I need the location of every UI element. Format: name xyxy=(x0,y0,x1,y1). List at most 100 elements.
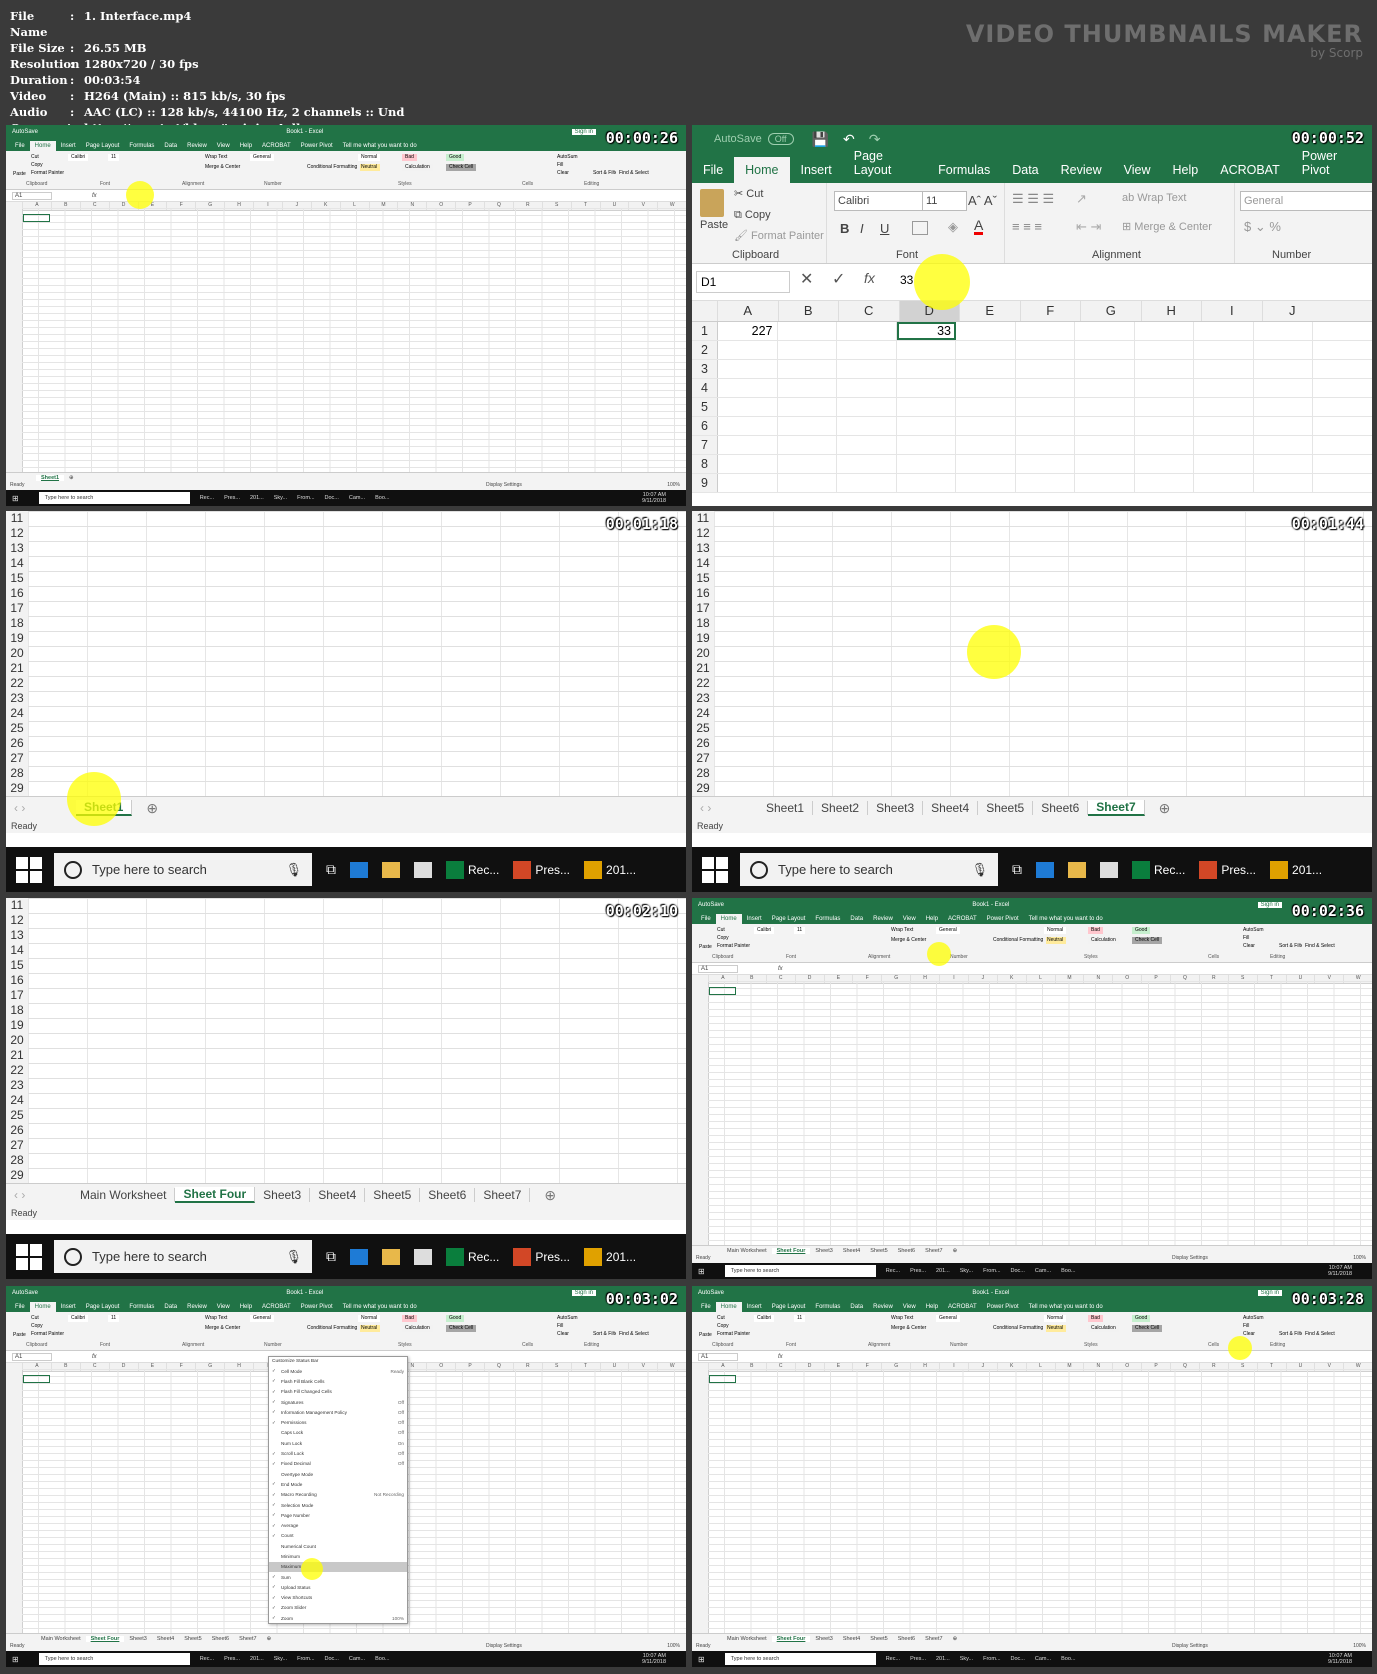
cell[interactable] xyxy=(897,455,956,473)
cell[interactable] xyxy=(1135,398,1194,416)
row-header[interactable]: 19 xyxy=(6,1018,28,1033)
wrap-text-button[interactable]: Wrap Text xyxy=(202,154,231,161)
taskbar-app[interactable]: Rec... xyxy=(446,860,499,879)
menu-item[interactable]: ✓ End Mode xyxy=(269,1479,407,1489)
row-header[interactable]: 7 xyxy=(692,436,718,454)
row-header[interactable]: 22 xyxy=(6,676,28,691)
taskbar-app[interactable]: Rec... xyxy=(1132,860,1185,879)
cell[interactable] xyxy=(1075,341,1135,359)
windows-icon[interactable] xyxy=(16,1243,42,1270)
find-select-button[interactable]: Find & Select xyxy=(616,1331,652,1338)
display-settings[interactable]: Display Settings xyxy=(486,1643,522,1649)
add-sheet-icon[interactable]: ⊕ xyxy=(64,475,79,481)
style-check-cell[interactable]: Check Cell xyxy=(1132,1325,1163,1332)
sheet-tab[interactable]: Main Worksheet xyxy=(722,1248,772,1254)
autosum-button[interactable]: AutoSum xyxy=(1240,927,1267,934)
row-header[interactable]: 21 xyxy=(6,1048,28,1063)
style-normal[interactable]: Normal xyxy=(1044,1315,1067,1322)
sheet-tab[interactable]: Sheet4 xyxy=(838,1636,865,1642)
row-header[interactable]: 13 xyxy=(6,928,28,943)
taskbar-app[interactable]: Sky... xyxy=(274,1656,287,1662)
cell[interactable] xyxy=(778,417,837,435)
wrap-text-button[interactable]: Wrap Text xyxy=(202,1315,231,1322)
row-header[interactable]: 28 xyxy=(692,766,714,781)
row-header[interactable]: 24 xyxy=(692,706,714,721)
font-color-icon[interactable]: A xyxy=(974,218,984,235)
tab-data[interactable]: Data xyxy=(845,1302,868,1312)
row-header[interactable]: 17 xyxy=(6,601,28,616)
cell[interactable] xyxy=(1075,322,1135,340)
cell[interactable] xyxy=(956,322,1016,340)
tab-insert[interactable]: Insert xyxy=(742,1302,767,1312)
style-calculation[interactable]: Calculation xyxy=(402,1325,433,1332)
sheet-tab[interactable]: Sheet3 xyxy=(810,1636,837,1642)
tab-power-pivot[interactable]: Power Pivot xyxy=(1291,143,1372,183)
tab-page-layout[interactable]: Page Layout xyxy=(81,141,125,151)
tab-review[interactable]: Review xyxy=(868,1302,898,1312)
cell[interactable] xyxy=(718,474,778,492)
cell[interactable] xyxy=(718,455,778,473)
number-format-select[interactable]: General xyxy=(936,927,960,934)
menu-item[interactable]: ✓ Sum xyxy=(269,1572,407,1582)
taskbar-app[interactable]: Pres... xyxy=(224,1656,240,1662)
tab-data[interactable]: Data xyxy=(1001,157,1049,183)
name-box[interactable]: A1 xyxy=(698,1352,738,1361)
sheet-tab[interactable]: Sheet3 xyxy=(255,1188,311,1202)
autosum-button[interactable]: AutoSum xyxy=(554,154,581,161)
tab-view[interactable]: View xyxy=(212,1302,235,1312)
sign-in-button[interactable]: Sign in xyxy=(571,128,596,135)
cell[interactable]: 33 xyxy=(896,322,956,340)
row-header[interactable]: 19 xyxy=(6,631,28,646)
cell[interactable] xyxy=(1075,436,1135,454)
row-header[interactable]: 29 xyxy=(692,781,714,796)
font-size-select[interactable]: 11 xyxy=(794,1315,806,1322)
tab-formulas[interactable]: Formulas xyxy=(124,1302,159,1312)
cell[interactable] xyxy=(1135,455,1194,473)
tab-review[interactable]: Review xyxy=(1050,157,1113,183)
row-header[interactable]: 15 xyxy=(692,571,714,586)
row-header[interactable]: 19 xyxy=(692,631,714,646)
font-name-select[interactable]: Calibri xyxy=(754,927,775,934)
cell[interactable] xyxy=(1075,360,1135,378)
folder-icon[interactable] xyxy=(382,1248,400,1265)
cell[interactable] xyxy=(897,341,956,359)
cell[interactable] xyxy=(956,360,1016,378)
tab-help[interactable]: Help xyxy=(921,914,943,924)
sheet-tab[interactable]: Sheet1 xyxy=(36,475,65,481)
cell[interactable] xyxy=(837,322,897,340)
format-painter-button[interactable]: Format Painter xyxy=(28,1331,68,1338)
row-header[interactable]: 21 xyxy=(692,661,714,676)
sheet-tab[interactable]: Sheet4 xyxy=(923,801,979,815)
style-check-cell[interactable]: Check Cell xyxy=(446,164,477,171)
cell[interactable] xyxy=(837,379,897,397)
menu-item[interactable]: ✓ Cell Mode Ready xyxy=(269,1366,407,1376)
sheet-tab[interactable]: Sheet5 xyxy=(365,1188,421,1202)
row-header[interactable]: 14 xyxy=(692,556,714,571)
row-header[interactable]: 23 xyxy=(692,691,714,706)
row-header[interactable]: 1 xyxy=(692,322,718,340)
cell[interactable] xyxy=(1016,360,1075,378)
clear-button[interactable]: Clear xyxy=(554,1331,572,1338)
autosave-label[interactable]: AutoSave xyxy=(12,129,38,135)
display-settings[interactable]: Display Settings xyxy=(1172,1255,1208,1261)
row-header[interactable]: 16 xyxy=(6,973,28,988)
cell[interactable] xyxy=(1194,417,1254,435)
cell[interactable] xyxy=(1075,379,1135,397)
copy-button[interactable]: Copy xyxy=(714,1323,732,1330)
row-header[interactable]: 2 xyxy=(692,341,718,359)
sheet-nav-arrows[interactable]: ‹ › xyxy=(6,801,76,815)
taskbar-app[interactable]: Rec... xyxy=(446,1247,499,1266)
menu-item[interactable]: ✓ Fixed Decimal Off xyxy=(269,1459,407,1469)
windows-icon[interactable]: ⊞ xyxy=(698,1267,705,1276)
cell[interactable] xyxy=(1194,436,1254,454)
row-header[interactable]: 28 xyxy=(6,1153,28,1168)
tell-me-input[interactable]: Tell me what you want to do xyxy=(338,1302,422,1312)
tab-review[interactable]: Review xyxy=(868,914,898,924)
sign-in-button[interactable]: Sign in xyxy=(1257,1289,1282,1296)
cell[interactable] xyxy=(956,341,1016,359)
menu-item[interactable]: Numerical Count xyxy=(269,1541,407,1551)
tab-page-layout[interactable]: Page Layout xyxy=(81,1302,125,1312)
edge-icon[interactable] xyxy=(1036,861,1054,878)
number-format-select[interactable]: General xyxy=(250,1315,274,1322)
taskbar-app[interactable]: Pres... xyxy=(224,495,240,501)
